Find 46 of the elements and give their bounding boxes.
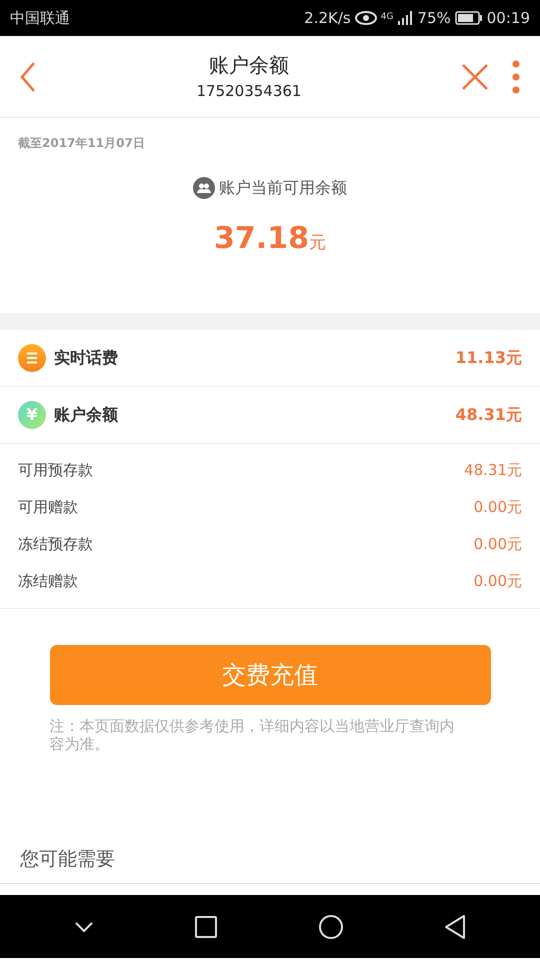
circle-icon: [318, 914, 344, 940]
network-speed: 2.2K/s: [304, 8, 351, 29]
row-amount: 11.13元: [455, 347, 522, 369]
square-icon: [194, 914, 218, 938]
detail-label: 冻结预存款: [18, 534, 93, 556]
close-icon: [462, 64, 488, 90]
yen-icon: ¥: [18, 401, 46, 429]
clock-time: 00:19: [486, 8, 530, 29]
balance-amount: 37.18: [214, 221, 309, 256]
recents-button[interactable]: [194, 914, 218, 938]
detail-amount: 0.00元: [474, 571, 522, 592]
more-button[interactable]: [512, 60, 520, 94]
page-title: 账户余额: [208, 52, 290, 80]
back-icon: [20, 60, 36, 92]
battery-icon: [454, 11, 483, 25]
home-button[interactable]: [318, 914, 344, 940]
date-label: 截至2017年11月07日: [18, 135, 146, 152]
section-title: 您可能需要: [19, 847, 116, 872]
row-label: 账户余额: [54, 404, 118, 426]
close-button[interactable]: [462, 64, 488, 90]
users-icon: [193, 177, 215, 199]
list-icon: [18, 344, 46, 372]
eye-icon: [354, 11, 377, 25]
battery-percent: 75%: [417, 8, 451, 29]
more-icon: [512, 60, 520, 94]
phone-number: 17520354361: [196, 81, 302, 102]
disclaimer-note: 注：本页面数据仅供参考使用，详细内容以当地营业厅查询内容为准。: [50, 717, 456, 753]
network-type: 4G: [380, 11, 394, 24]
row-amount: 48.31元: [455, 404, 522, 426]
back-nav-button[interactable]: [444, 914, 466, 940]
currency-unit: 元: [308, 233, 326, 253]
back-button[interactable]: [20, 60, 36, 92]
detail-amount: 0.00元: [474, 497, 522, 518]
signal-icon: [397, 11, 414, 25]
carrier-name: 中国联通: [10, 8, 70, 29]
detail-label: 可用赠款: [18, 497, 78, 518]
detail-label: 可用预存款: [18, 460, 93, 482]
pay-button[interactable]: 交费充值: [50, 645, 490, 705]
detail-amount: 48.31元: [464, 460, 522, 482]
collapse-icon: [74, 920, 94, 932]
detail-amount: 0.00元: [474, 534, 522, 556]
detail-label: 冻结赠款: [18, 571, 78, 592]
row-label: 实时话费: [54, 347, 118, 369]
hide-keyboard-button[interactable]: [74, 920, 94, 932]
balance-label: 账户当前可用余额: [219, 177, 347, 199]
triangle-icon: [444, 914, 466, 940]
